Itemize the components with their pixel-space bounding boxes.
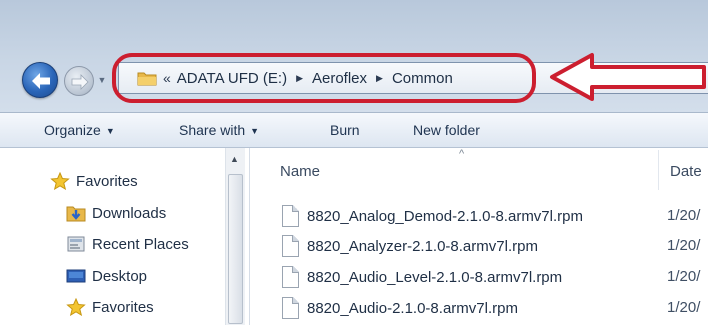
nav-pane-scrollbar[interactable]: ▲ (225, 148, 245, 325)
back-button[interactable] (22, 62, 58, 98)
burn-button[interactable]: Burn (330, 122, 360, 138)
file-row[interactable]: 8820_Audio_Level-2.1.0-8.armv7l.rpm (282, 264, 562, 290)
red-arrow-annotation (550, 53, 706, 101)
file-date: 1/20/ (667, 207, 701, 224)
downloads-folder-icon (66, 204, 86, 222)
file-date: 1/20/ (667, 299, 701, 316)
nav-item-downloads[interactable]: Downloads (66, 204, 166, 222)
file-icon (282, 297, 299, 319)
nav-item-label: Favorites (76, 172, 138, 190)
file-row[interactable]: 8820_Audio-2.1.0-8.armv7l.rpm (282, 295, 518, 321)
recent-places-icon (66, 235, 86, 253)
file-name: 8820_Analog_Demod-2.1.0-8.armv7l.rpm (307, 207, 583, 225)
desktop-icon (66, 267, 86, 285)
file-icon (282, 266, 299, 288)
file-name: 8820_Analyzer-2.1.0-8.armv7l.rpm (307, 237, 538, 255)
chevron-down-icon: ▼ (105, 126, 115, 136)
nav-item-favorites[interactable]: Favorites (50, 171, 138, 191)
nav-item-label: Downloads (92, 204, 167, 222)
organize-button[interactable]: Organize ▼ (44, 122, 115, 138)
scrollbar-thumb[interactable] (228, 174, 243, 324)
nav-item-favorites-link[interactable]: Favorites (66, 297, 154, 317)
sort-ascending-icon: ^ (459, 148, 465, 160)
command-toolbar: Organize ▼ Share with ▼ Burn New folder (0, 112, 708, 148)
file-name: 8820_Audio-2.1.0-8.armv7l.rpm (307, 299, 518, 317)
nav-item-label: Desktop (92, 267, 148, 285)
organize-label: Organize (44, 122, 101, 138)
new-folder-button[interactable]: New folder (413, 122, 480, 138)
chevron-down-icon: ▼ (250, 126, 260, 136)
column-divider[interactable] (658, 150, 659, 190)
recent-pages-dropdown[interactable]: ▼ (97, 74, 107, 86)
nav-item-recent-places[interactable]: Recent Places (66, 235, 189, 253)
column-header-date[interactable]: Date (670, 163, 702, 180)
nav-item-label: Favorites (92, 298, 154, 316)
file-row[interactable]: 8820_Analyzer-2.1.0-8.armv7l.rpm (282, 233, 538, 259)
share-with-label: Share with (179, 122, 246, 138)
file-name: 8820_Audio_Level-2.1.0-8.armv7l.rpm (307, 268, 563, 286)
file-icon (282, 235, 299, 257)
back-arrow-icon (32, 73, 50, 89)
highlight-oval-annotation (112, 53, 536, 103)
nav-item-label: Recent Places (92, 235, 189, 253)
share-with-button[interactable]: Share with ▼ (179, 122, 259, 138)
star-icon (66, 297, 86, 317)
forward-arrow-icon (71, 74, 89, 90)
file-icon (282, 205, 299, 227)
column-header-name[interactable]: Name (280, 163, 320, 180)
nav-item-desktop[interactable]: Desktop (66, 267, 147, 285)
file-date: 1/20/ (667, 268, 701, 285)
star-icon (50, 171, 70, 191)
file-row[interactable]: 8820_Analog_Demod-2.1.0-8.armv7l.rpm (282, 203, 583, 229)
scroll-up-icon[interactable]: ▲ (230, 154, 239, 164)
file-date: 1/20/ (667, 237, 701, 254)
forward-button[interactable] (64, 66, 94, 96)
